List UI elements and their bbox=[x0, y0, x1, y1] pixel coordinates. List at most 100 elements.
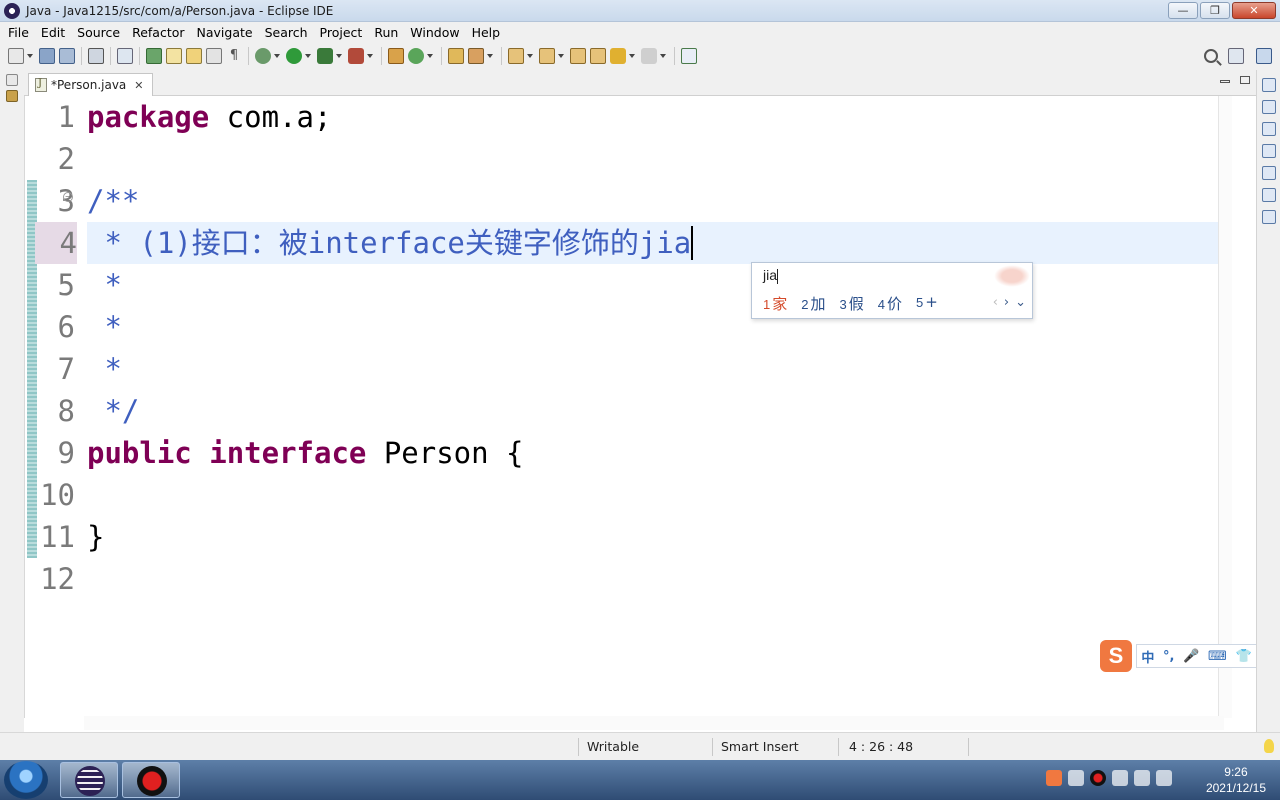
start-button[interactable] bbox=[4, 761, 48, 799]
prev-annotation-dropdown[interactable] bbox=[557, 48, 565, 64]
highlight-icon[interactable] bbox=[166, 48, 182, 64]
prev-page-icon[interactable]: ‹ bbox=[993, 295, 998, 310]
menu-search[interactable]: Search bbox=[259, 25, 314, 40]
ime-candidate[interactable]: 5 + bbox=[916, 293, 938, 314]
menu-navigate[interactable]: Navigate bbox=[191, 25, 259, 40]
maximize-button[interactable]: ❐ bbox=[1200, 2, 1230, 19]
record-tray-icon[interactable] bbox=[1090, 770, 1106, 786]
sogou-icon[interactable]: S bbox=[1100, 640, 1132, 672]
problems-icon[interactable] bbox=[1262, 144, 1276, 158]
ime-candidate[interactable]: 3假 bbox=[840, 293, 864, 314]
pin-editor-icon[interactable] bbox=[681, 48, 697, 64]
open-perspective-icon[interactable] bbox=[1228, 48, 1244, 64]
ime-candidate[interactable]: 4价 bbox=[878, 293, 902, 314]
code-line[interactable]: */ bbox=[87, 390, 139, 432]
expand-icon[interactable]: ⌄ bbox=[1015, 295, 1026, 310]
search-tool-icon[interactable] bbox=[468, 48, 484, 64]
coverage-icon[interactable] bbox=[317, 48, 333, 64]
tip-bulb-icon[interactable] bbox=[1264, 739, 1274, 753]
close-button[interactable]: ✕ bbox=[1232, 2, 1276, 19]
keyboard-icon[interactable]: ⌨ bbox=[1208, 649, 1227, 664]
external-tools-icon[interactable] bbox=[348, 48, 364, 64]
menu-source[interactable]: Source bbox=[71, 25, 126, 40]
insert-mode-status[interactable]: Smart Insert bbox=[721, 739, 799, 754]
save-icon[interactable] bbox=[39, 48, 55, 64]
taskbar-recorder-button[interactable] bbox=[122, 762, 180, 798]
external-tools-dropdown[interactable] bbox=[366, 48, 374, 64]
terminal-icon[interactable] bbox=[88, 48, 104, 64]
network-device-icon[interactable] bbox=[1112, 770, 1128, 786]
menu-edit[interactable]: Edit bbox=[35, 25, 71, 40]
menu-refactor[interactable]: Refactor bbox=[126, 25, 190, 40]
sogou-tray-icon[interactable] bbox=[1046, 770, 1062, 786]
pilcrow-icon[interactable]: ¶ bbox=[226, 48, 242, 64]
vertical-scrollbar[interactable] bbox=[1218, 96, 1232, 718]
next-annotation-dropdown[interactable] bbox=[526, 48, 534, 64]
restore-icon[interactable] bbox=[1262, 122, 1276, 136]
maximize-editor-icon[interactable] bbox=[1240, 76, 1250, 84]
microphone-icon[interactable]: 🎤 bbox=[1183, 649, 1199, 664]
last-edit-icon[interactable] bbox=[570, 48, 586, 64]
declaration-icon[interactable] bbox=[1262, 188, 1276, 202]
volume-muted-icon[interactable] bbox=[1134, 770, 1150, 786]
search-dropdown[interactable] bbox=[486, 48, 494, 64]
code-line[interactable]: * bbox=[87, 264, 121, 306]
code-line[interactable]: package com.a; bbox=[87, 96, 331, 138]
prev-annotation-icon[interactable] bbox=[539, 48, 555, 64]
back-dropdown[interactable] bbox=[628, 48, 636, 64]
outline-icon[interactable] bbox=[1262, 100, 1276, 114]
back-arrow-icon[interactable] bbox=[610, 48, 626, 64]
code-editor[interactable]: 1 2 3 4 5 6 7 8 9 10 11 12 − package com.a;/** * (1… bbox=[24, 96, 1242, 718]
menu-help[interactable]: Help bbox=[466, 25, 507, 40]
restore-icon[interactable] bbox=[1262, 78, 1276, 92]
forward-arrow-icon[interactable] bbox=[641, 48, 657, 64]
minimize-editor-icon[interactable] bbox=[1220, 80, 1230, 83]
tab-person-java[interactable]: *Person.java ✕ bbox=[28, 73, 153, 96]
forward-history-icon[interactable] bbox=[590, 48, 606, 64]
javadoc-icon[interactable] bbox=[1262, 166, 1276, 180]
signal-icon[interactable] bbox=[1156, 770, 1172, 786]
restore-icon[interactable] bbox=[6, 74, 18, 86]
chinese-mode-button[interactable]: 中 bbox=[1141, 647, 1154, 666]
clock[interactable]: 9:26 2021/12/15 bbox=[1206, 764, 1266, 796]
new-package-icon[interactable] bbox=[388, 48, 404, 64]
java-perspective-icon[interactable] bbox=[1256, 48, 1272, 64]
mark-occurrences-icon[interactable] bbox=[186, 48, 202, 64]
new-dropdown[interactable] bbox=[26, 48, 34, 64]
fold-collapse-icon[interactable]: − bbox=[63, 192, 73, 202]
skin-icon[interactable]: 👕 bbox=[1235, 649, 1251, 664]
debug-icon[interactable] bbox=[255, 48, 271, 64]
coverage-dropdown[interactable] bbox=[335, 48, 343, 64]
new-class-dropdown[interactable] bbox=[426, 48, 434, 64]
code-line[interactable]: public interface Person { bbox=[87, 432, 524, 474]
skip-breakpoints-icon[interactable] bbox=[117, 48, 133, 64]
code-line[interactable]: * (1)接口：被interface关键字修饰的jia bbox=[87, 222, 694, 264]
run-dropdown[interactable] bbox=[304, 48, 312, 64]
taskbar-eclipse-button[interactable] bbox=[60, 762, 118, 798]
close-icon[interactable]: ✕ bbox=[134, 79, 143, 92]
debug-dropdown[interactable] bbox=[273, 48, 281, 64]
code-line[interactable]: } bbox=[87, 516, 104, 558]
new-class-icon[interactable] bbox=[408, 48, 424, 64]
run-icon[interactable] bbox=[286, 48, 302, 64]
code-line[interactable]: * bbox=[87, 348, 121, 390]
tray-settings-icon[interactable] bbox=[1068, 770, 1084, 786]
menu-file[interactable]: File bbox=[0, 25, 35, 40]
new-icon[interactable] bbox=[8, 48, 24, 64]
ime-candidate[interactable]: 1家 bbox=[763, 293, 787, 314]
block-select-icon[interactable] bbox=[206, 48, 222, 64]
next-page-icon[interactable]: › bbox=[1004, 295, 1009, 310]
ime-candidate[interactable]: 2加 bbox=[801, 293, 825, 314]
open-type-icon[interactable] bbox=[146, 48, 162, 64]
console-icon[interactable] bbox=[1262, 210, 1276, 224]
open-folder-icon[interactable] bbox=[448, 48, 464, 64]
menu-run[interactable]: Run bbox=[368, 25, 404, 40]
menu-project[interactable]: Project bbox=[314, 25, 369, 40]
code-line[interactable]: * bbox=[87, 306, 121, 348]
code-line[interactable]: /** bbox=[87, 180, 139, 222]
menu-window[interactable]: Window bbox=[404, 25, 465, 40]
punctuation-icon[interactable]: °, bbox=[1163, 649, 1174, 664]
minimize-button[interactable]: — bbox=[1168, 2, 1198, 19]
next-annotation-icon[interactable] bbox=[508, 48, 524, 64]
package-explorer-icon[interactable] bbox=[6, 90, 18, 102]
